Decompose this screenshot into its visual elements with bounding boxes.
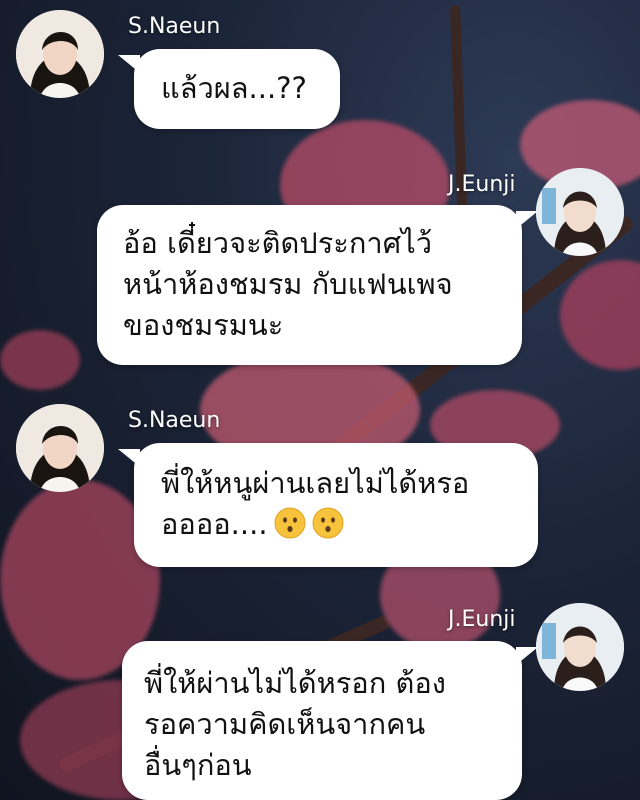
sender-name: S.Naeun [128, 408, 221, 433]
message-text: อ้อ เดี๋ยวจะติดประกาศไว้ [123, 226, 432, 260]
avatar-portrait-icon [16, 404, 104, 492]
message-bubble: อ้อ เดี๋ยวจะติดประกาศไว้ หน้าห้องชมรม กั… [97, 205, 538, 365]
avatar-j-eunji[interactable] [536, 168, 624, 256]
message-text: หน้าห้องชมรม กับแฟนเพจ [123, 267, 453, 301]
message-text: รอความคิดเห็นจากคน [144, 707, 426, 741]
kissing-face-emoji-icon [312, 507, 344, 539]
message-bubble: แล้วผล...?? [118, 49, 340, 129]
avatar-j-eunji[interactable] [536, 603, 624, 691]
avatar-s-naeun[interactable] [16, 10, 104, 98]
sender-name: J.Eunji [448, 172, 516, 197]
message-bubble: พี่ให้หนูผ่านเลยไม่ได้หรอ ออออ.... [118, 443, 538, 567]
kissing-face-emoji-icon [274, 507, 306, 539]
message-text: พี่ให้หนูผ่านเลยไม่ได้หรอ [161, 466, 470, 500]
avatar-s-naeun[interactable] [16, 404, 104, 492]
message-text: แล้วผล...?? [161, 71, 307, 105]
message-text: อื่นๆก่อน [144, 748, 252, 782]
message-text: ออออ.... [161, 507, 268, 541]
sender-name: S.Naeun [128, 14, 221, 39]
message-bubble: พี่ให้ผ่านไม่ได้หรอก ต้อง รอความคิดเห็นจ… [122, 641, 538, 800]
avatar-portrait-icon [16, 10, 104, 98]
blossom-decoration [560, 260, 640, 370]
blossom-decoration [0, 330, 80, 390]
message-text: ของชมรมนะ [123, 308, 284, 342]
avatar-portrait-icon [536, 168, 624, 256]
sender-name: J.Eunji [448, 607, 516, 632]
message-text: พี่ให้ผ่านไม่ได้หรอก ต้อง [144, 666, 446, 700]
avatar-portrait-icon [536, 603, 624, 691]
